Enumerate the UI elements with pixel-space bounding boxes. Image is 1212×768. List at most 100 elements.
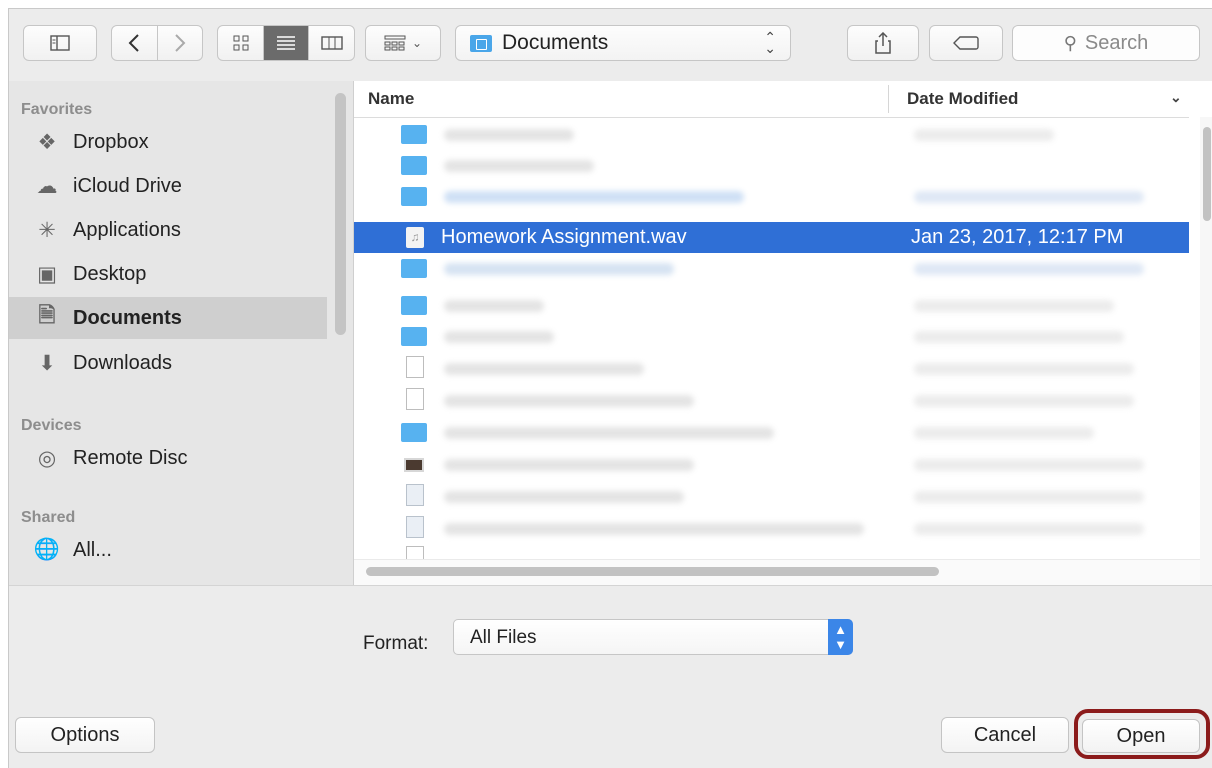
folder-icon [401,187,427,206]
sidebar-item-remote-disc[interactable]: ◎ Remote Disc [9,437,327,479]
documents-icon: 🗎 [38,303,56,327]
file-row[interactable] [354,150,1189,181]
cloud-icon: ☁ [36,174,58,198]
sidebar-item-label: Desktop [73,262,147,285]
file-icon [406,516,424,538]
sidebar-item-label: All... [73,538,112,561]
horizontal-scrollbar-thumb[interactable] [366,567,939,576]
list-header: Name Date Modified ⌄ [354,81,1189,118]
sidebar-heading-devices: Devices [21,417,82,434]
icon-view-icon [233,35,248,51]
column-header-date-modified[interactable]: Date Modified [907,89,1018,109]
file-row[interactable] [354,385,1189,416]
sidebar-heading-favorites: Favorites [21,101,93,118]
column-header-name[interactable]: Name [368,89,414,109]
sidebar-heading-shared: Shared [21,509,76,526]
file-row[interactable] [354,253,1189,284]
tag-button[interactable] [929,25,1003,61]
column-view-button[interactable] [308,26,354,60]
file-row[interactable] [354,321,1189,352]
sidebar-item-documents[interactable]: 🗎 Documents [9,297,327,339]
sidebar-item-all-shared[interactable]: 🌐 All... [9,529,327,571]
chevron-down-icon: ⌄ [411,36,423,50]
disc-icon: ◎ [37,446,57,470]
location-popup[interactable]: Documents ⌃ ⌄ [455,25,791,61]
up-down-chevron-icon: ▲ ▼ [828,619,853,655]
folder-icon [401,423,427,442]
folder-icon [401,125,427,144]
sidebar-item-label: Documents [73,306,182,329]
file-row[interactable] [354,481,1189,512]
sort-chevron-icon: ⌄ [1170,89,1182,105]
back-button[interactable] [112,26,157,60]
highlight-ring [1074,709,1210,759]
document-icon [406,356,424,378]
sidebar-item-icloud-drive[interactable]: ☁ iCloud Drive [9,165,327,207]
folder-icon [401,156,427,175]
sidebar-item-label: iCloud Drive [73,174,182,197]
file-row[interactable] [354,119,1189,150]
icon-view-button[interactable] [218,26,263,60]
view-mode-control [217,25,355,61]
sidebar-item-label: Dropbox [73,130,149,153]
sidebar-toggle-button[interactable] [23,25,97,61]
sidebar: Favorites ❖ Dropbox ☁ iCloud Drive ✳ App… [9,81,354,585]
dropbox-icon: ❖ [37,130,57,154]
document-icon [406,388,424,410]
format-label: Format: [363,633,429,654]
sidebar-item-label: Applications [73,218,181,241]
tag-icon [953,36,979,50]
applications-icon: ✳ [38,218,56,242]
search-icon: ⚲ [1063,32,1077,53]
vertical-scrollbar-thumb[interactable] [1203,127,1211,221]
downloads-icon: ⬇ [38,351,56,375]
search-placeholder: Search [1084,31,1149,54]
options-button[interactable]: Options [15,717,155,753]
cancel-button[interactable]: Cancel [941,717,1069,753]
back-forward-control [111,25,203,61]
divider [9,585,1212,586]
file-row[interactable] [354,449,1189,480]
document-icon [406,546,424,559]
sidebar-item-label: Remote Disc [73,446,188,469]
grid-arrange-icon [384,35,406,51]
forward-button[interactable] [156,26,202,60]
file-row[interactable] [354,290,1189,321]
file-row[interactable] [354,181,1189,212]
share-icon [875,32,891,54]
search-field[interactable]: ⚲ Search [1012,25,1200,61]
file-row[interactable] [354,417,1189,448]
file-icon [406,484,424,506]
format-value: All Files [470,627,537,648]
audio-file-icon: ♫ [406,227,424,248]
file-row-selected[interactable]: ♫ Homework Assignment.wav Jan 23, 2017, … [354,222,1189,253]
chevron-left-icon [129,34,140,52]
network-icon: 🌐 [33,538,61,561]
list-view-button[interactable] [263,26,309,60]
format-select[interactable]: All Files ▲ ▼ [453,619,853,655]
location-label: Documents [502,31,609,54]
sidebar-scrollbar[interactable] [335,93,346,335]
open-dialog: ⌄ Documents ⌃ ⌄ ⚲ Search Favorites ❖ Drop… [8,8,1212,768]
share-button[interactable] [847,25,919,61]
file-row[interactable] [354,353,1189,384]
sidebar-item-downloads[interactable]: ⬇ Downloads [9,342,327,384]
arrange-button[interactable]: ⌄ [365,25,441,61]
sidebar-item-dropbox[interactable]: ❖ Dropbox [9,121,327,163]
up-down-chevron-icon: ⌃ ⌄ [764,29,776,56]
chevron-right-icon [175,34,186,52]
column-divider[interactable] [888,85,889,113]
documents-folder-icon [470,34,492,52]
desktop-icon: ▣ [37,262,57,286]
selected-file-date: Jan 23, 2017, 12:17 PM [911,226,1124,248]
file-row[interactable] [354,513,1189,544]
list-view-icon [277,36,295,50]
column-view-icon [320,36,343,50]
sidebar-item-desktop[interactable]: ▣ Desktop [9,253,327,295]
file-list: Name Date Modified ⌄ ♫ Homework Assignme… [354,81,1212,586]
folder-icon [401,296,427,315]
file-row[interactable] [354,543,1189,559]
sidebar-item-applications[interactable]: ✳ Applications [9,209,327,251]
selected-file-name: Homework Assignment.wav [441,226,687,248]
image-file-icon [404,458,424,472]
